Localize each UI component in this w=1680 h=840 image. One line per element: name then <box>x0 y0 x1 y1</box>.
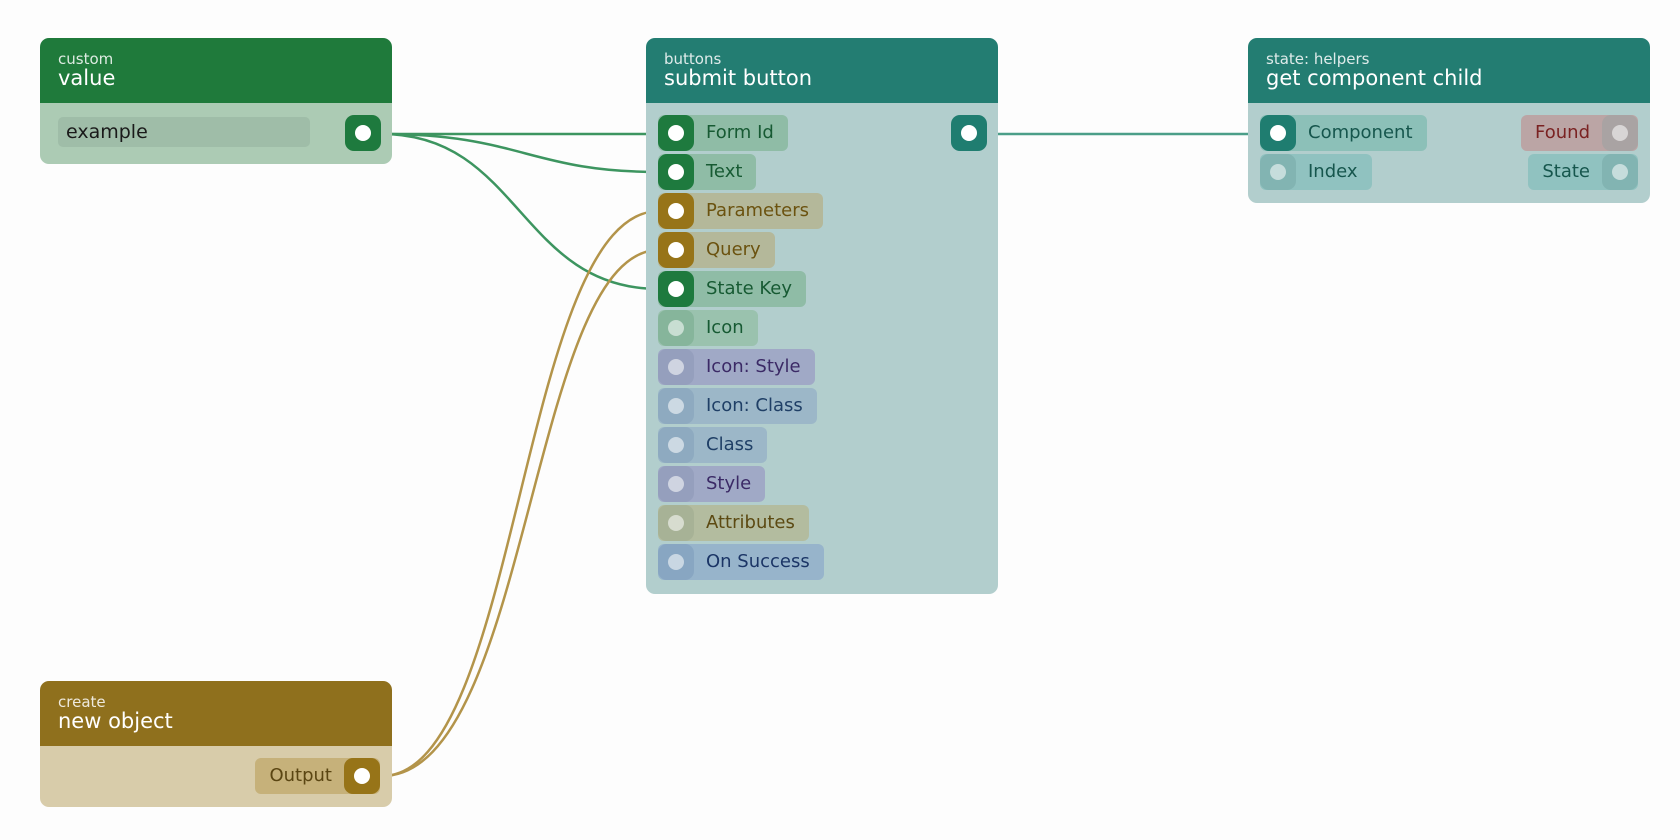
value-input[interactable]: example <box>58 117 310 147</box>
submit-button-node-body: Form Id Text Parameters Query State Key … <box>646 103 998 594</box>
input-socket[interactable] <box>658 466 694 502</box>
new-object-node-body: Output <box>40 746 392 807</box>
wire-value-to-state-key <box>381 132 660 291</box>
wire-value-to-text <box>381 132 660 174</box>
get-component-child-node[interactable]: state: helpers get component child Compo… <box>1248 38 1650 203</box>
input-socket[interactable] <box>658 271 694 307</box>
input-socket[interactable] <box>658 427 694 463</box>
output-row[interactable]: Output <box>255 758 380 794</box>
output-socket[interactable] <box>1602 115 1638 151</box>
input-socket[interactable] <box>658 115 694 151</box>
value-node[interactable]: custom value example <box>40 38 392 164</box>
input-socket[interactable] <box>658 310 694 346</box>
node-category: create <box>58 693 106 711</box>
input-socket[interactable] <box>1260 115 1296 151</box>
value-output-socket[interactable] <box>345 115 381 151</box>
input-socket[interactable] <box>658 154 694 190</box>
get-component-child-node-body: Component Index Found State <box>1248 103 1650 203</box>
node-category: state: helpers <box>1266 50 1370 68</box>
node-title: value <box>58 66 116 90</box>
value-node-header[interactable]: custom value <box>40 38 392 103</box>
node-category: buttons <box>664 50 722 68</box>
new-object-node-header[interactable]: create new object <box>40 681 392 746</box>
get-component-child-node-header[interactable]: state: helpers get component child <box>1248 38 1650 103</box>
submit-button-node[interactable]: buttons submit button Form Id Text Param… <box>646 38 998 594</box>
node-title: new object <box>58 709 173 733</box>
value-node-body: example <box>40 103 392 164</box>
new-object-node[interactable]: create new object Output <box>40 681 392 807</box>
input-socket[interactable] <box>658 505 694 541</box>
wire-output-to-query <box>381 248 660 778</box>
output-socket[interactable] <box>344 758 380 794</box>
input-socket[interactable] <box>658 349 694 385</box>
output-found[interactable]: Found <box>1521 115 1638 151</box>
input-socket[interactable] <box>658 232 694 268</box>
wire-output-to-parameters <box>381 209 660 778</box>
node-category: custom <box>58 50 114 68</box>
submit-output-socket[interactable] <box>951 115 987 151</box>
input-socket[interactable] <box>658 544 694 580</box>
node-title: submit button <box>664 66 813 90</box>
input-socket[interactable] <box>1260 154 1296 190</box>
submit-button-node-header[interactable]: buttons submit button <box>646 38 998 103</box>
node-title: get component child <box>1266 66 1483 90</box>
output-socket[interactable] <box>1602 154 1638 190</box>
input-socket[interactable] <box>658 193 694 229</box>
input-socket[interactable] <box>658 388 694 424</box>
output-state[interactable]: State <box>1528 154 1638 190</box>
